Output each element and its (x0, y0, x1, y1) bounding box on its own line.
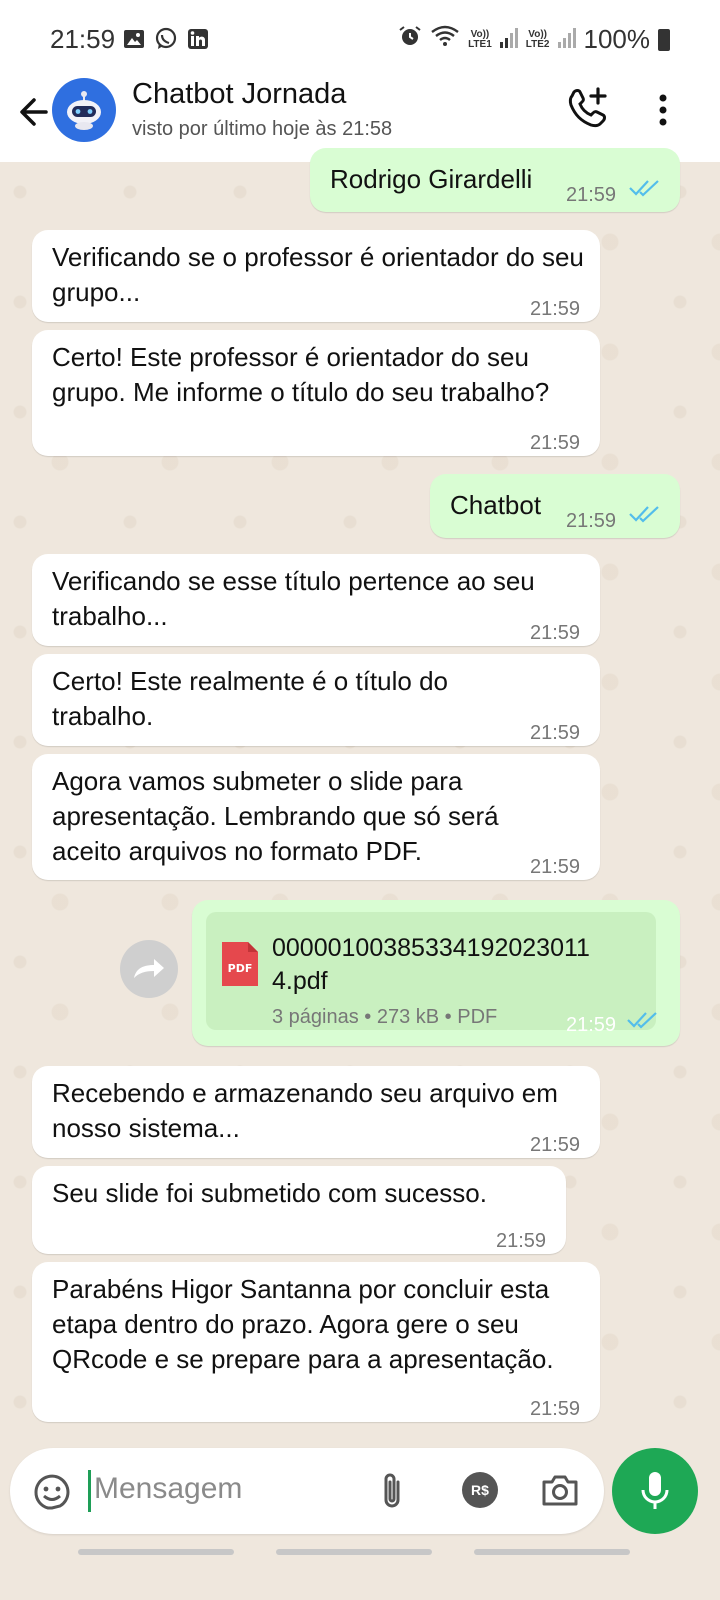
bot-avatar[interactable] (52, 78, 116, 142)
message-time: 21:59 (530, 856, 581, 878)
message-input[interactable]: Mensagem (94, 1472, 242, 1506)
lte1-label: Vo)) LTE1 (468, 28, 492, 50)
payment-icon[interactable]: R$ (462, 1472, 498, 1508)
message-incoming[interactable]: Verificando se esse título pertence ao s… (32, 554, 600, 646)
image-icon (122, 28, 146, 50)
document-filename: 00000100385334192023011 4.pdf (272, 934, 590, 995)
text-caret (88, 1470, 91, 1512)
mic-icon[interactable] (612, 1448, 698, 1534)
message-incoming[interactable]: Recebendo e armazenando seu arquivo em n… (32, 1066, 600, 1158)
forward-icon[interactable] (120, 940, 178, 998)
attach-icon[interactable] (376, 1470, 408, 1512)
message-time: 21:59 (530, 432, 581, 454)
whatsapp-icon (154, 27, 178, 50)
nav-recent-handle[interactable] (78, 1549, 234, 1555)
message-time: 21:59 (496, 1230, 547, 1252)
wifi-icon (430, 24, 460, 55)
pdf-file-icon: PDF (222, 942, 258, 986)
document-meta: 3 páginas • 273 kB • PDF (272, 1006, 498, 1028)
sticker-icon[interactable] (32, 1472, 72, 1512)
nav-back-handle[interactable] (474, 1549, 630, 1555)
message-incoming[interactable]: Certo! Este realmente é o título do trab… (32, 654, 600, 746)
message-outgoing[interactable]: Chatbot 21:59 (430, 474, 680, 538)
camera-icon[interactable] (540, 1472, 580, 1508)
message-text: Verificando se esse título pertence ao s… (52, 566, 535, 631)
message-incoming[interactable]: Agora vamos submeter o slide para aprese… (32, 754, 600, 880)
battery-percent: 100% (583, 24, 651, 54)
message-incoming[interactable]: Parabéns Higor Santanna por concluir est… (32, 1262, 600, 1422)
chat-title[interactable]: Chatbot Jornada (132, 78, 346, 111)
message-composer: Mensagem R$ (10, 1448, 604, 1534)
message-time: 21:59 (530, 298, 581, 320)
message-text: Seu slide foi submetido com sucesso. (52, 1178, 487, 1208)
read-ticks-icon (627, 1012, 657, 1029)
pdf-badge-label: PDF (228, 962, 253, 975)
alarm-icon (398, 24, 422, 55)
message-incoming[interactable]: Certo! Este professor é orientador do se… (32, 330, 600, 456)
message-time: 21:59 (530, 1398, 581, 1420)
message-text: Agora vamos submeter o slide para aprese… (52, 766, 499, 866)
nav-home-handle[interactable] (276, 1549, 432, 1555)
message-text: Rodrigo Girardelli (330, 164, 533, 194)
message-time: 21:59 (566, 510, 617, 532)
signal-2-icon (557, 24, 576, 55)
message-incoming[interactable]: Seu slide foi submetido com sucesso. 21:… (32, 1166, 566, 1254)
message-text: Verificando se o professor é orientador … (52, 242, 584, 307)
status-time: 21:59 (50, 24, 116, 54)
battery-icon (658, 28, 670, 51)
add-call-icon[interactable] (566, 86, 610, 130)
message-time: 21:59 (530, 1134, 581, 1156)
message-text: Chatbot (450, 490, 542, 520)
message-text: Parabéns Higor Santanna por concluir est… (52, 1274, 554, 1374)
more-vert-icon[interactable] (650, 90, 676, 130)
last-seen-status: visto por último hoje às 21:58 (132, 118, 393, 140)
linkedin-icon (186, 28, 210, 50)
message-time: 21:59 (566, 1014, 617, 1036)
message-outgoing-document[interactable]: PDF 00000100385334192023011 4.pdf 3 pági… (192, 900, 680, 1046)
read-ticks-icon (629, 506, 659, 523)
back-arrow-icon[interactable] (14, 92, 54, 132)
message-text: Certo! Este professor é orientador do se… (52, 342, 550, 407)
status-right-icons: Vo)) LTE1 Vo)) LTE2 100% (398, 24, 670, 55)
status-notification-icons (122, 27, 210, 50)
message-time: 21:59 (566, 184, 617, 206)
status-bar: 21:59 Vo)) LTE1 Vo)) LTE2 100% (0, 0, 720, 78)
message-list[interactable]: Rodrigo Girardelli 21:59 Verificando se … (0, 148, 720, 1440)
message-outgoing[interactable]: Rodrigo Girardelli 21:59 (310, 148, 680, 212)
message-time: 21:59 (530, 622, 581, 644)
message-text: Certo! Este realmente é o título do trab… (52, 666, 448, 731)
message-incoming[interactable]: Verificando se o professor é orientador … (32, 230, 600, 322)
message-time: 21:59 (530, 722, 581, 744)
signal-1-icon (499, 24, 518, 55)
message-text: Recebendo e armazenando seu arquivo em n… (52, 1078, 558, 1143)
read-ticks-icon (629, 180, 659, 197)
lte2-label: Vo)) LTE2 (525, 28, 550, 50)
